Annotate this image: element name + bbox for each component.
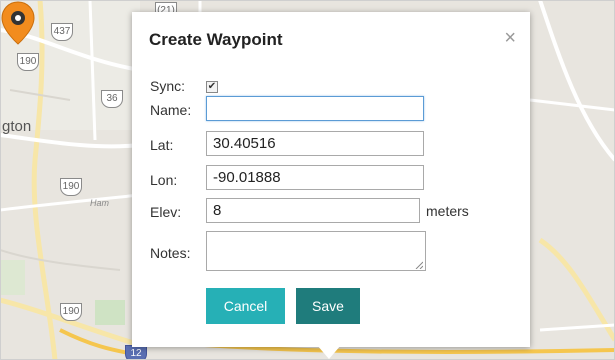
dialog-title: Create Waypoint [149,30,283,49]
map-pin-icon[interactable] [0,0,36,46]
close-icon[interactable]: × [504,28,516,48]
create-waypoint-dialog: Create Waypoint × Sync: ✔ Name: Lat: Lon… [132,12,530,347]
elev-units-label: meters [426,203,469,219]
lat-field[interactable] [206,131,424,156]
lon-field[interactable] [206,165,424,190]
elev-field[interactable] [206,198,420,223]
route-shield-190: 190 [60,303,82,321]
name-label: Name: [150,102,192,118]
sync-label: Sync: [150,78,186,94]
route-shield-190: 190 [17,53,39,71]
notes-field[interactable] [206,231,426,271]
route-shield-36: 36 [101,90,123,108]
map-street-label: Ham [90,198,110,208]
sync-checkbox[interactable]: ✔ [206,81,218,93]
map-city-label: gton [2,118,32,135]
lon-label: Lon: [150,172,178,188]
elev-label: Elev: [150,204,182,220]
dialog-pointer [317,345,341,359]
name-field[interactable] [206,96,424,121]
save-button[interactable]: Save [296,288,360,324]
cancel-button[interactable]: Cancel [206,288,285,324]
route-shield-190: 190 [60,178,82,196]
checkmark-icon: ✔ [207,81,217,92]
route-shield-12: 12 [125,345,147,360]
route-shield-437: 437 [51,23,73,41]
lat-label: Lat: [150,137,174,153]
resize-handle-icon[interactable] [415,261,423,269]
notes-label: Notes: [150,245,191,261]
